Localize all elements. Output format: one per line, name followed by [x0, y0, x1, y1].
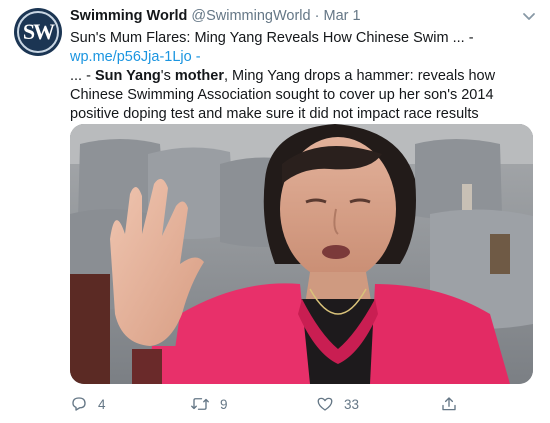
share-button[interactable] [440, 393, 468, 415]
tweet-text-mid: 's [160, 68, 175, 84]
reply-count: 4 [98, 396, 106, 412]
retweet-count: 9 [220, 396, 228, 412]
tweet-actions: 4 9 33 [70, 393, 540, 415]
tweet-text-line1: Sun's Mum Flares: Ming Yang Reveals How … [70, 30, 474, 46]
user-handle[interactable]: @SwimmingWorld [191, 8, 310, 24]
share-icon [442, 397, 456, 411]
timestamp[interactable]: Mar 1 [324, 8, 361, 24]
tweet-header: Swimming World @SwimmingWorld · Mar 1 [70, 8, 361, 28]
display-name[interactable]: Swimming World [70, 8, 187, 24]
chevron-down-icon[interactable] [522, 12, 536, 22]
header-separator: · [314, 8, 320, 24]
tweet-media-photo[interactable] [70, 124, 533, 384]
retweet-icon [191, 398, 209, 410]
bold-name: Sun Yang [94, 68, 161, 84]
tweet-text: Sun's Mum Flares: Ming Yang Reveals How … [70, 29, 540, 124]
photo-illustration [70, 124, 533, 384]
reply-icon [72, 397, 86, 411]
reply-button[interactable]: 4 [70, 393, 106, 415]
tweet-text-prefix: ... - [70, 68, 95, 84]
avatar-ring [17, 11, 59, 53]
like-button[interactable]: 33 [316, 393, 359, 415]
bold-mother: mother [174, 68, 224, 84]
like-icon [317, 397, 333, 411]
tweet-link[interactable]: wp.me/p56Jja-1Ljo [70, 49, 192, 65]
avatar[interactable]: SW [14, 8, 62, 56]
tweet-link-suffix: - [191, 49, 201, 65]
retweet-button[interactable]: 9 [190, 393, 228, 415]
like-count: 33 [344, 396, 360, 412]
tweet-card[interactable]: SW Swimming World @SwimmingWorld · Mar 1… [0, 0, 550, 423]
